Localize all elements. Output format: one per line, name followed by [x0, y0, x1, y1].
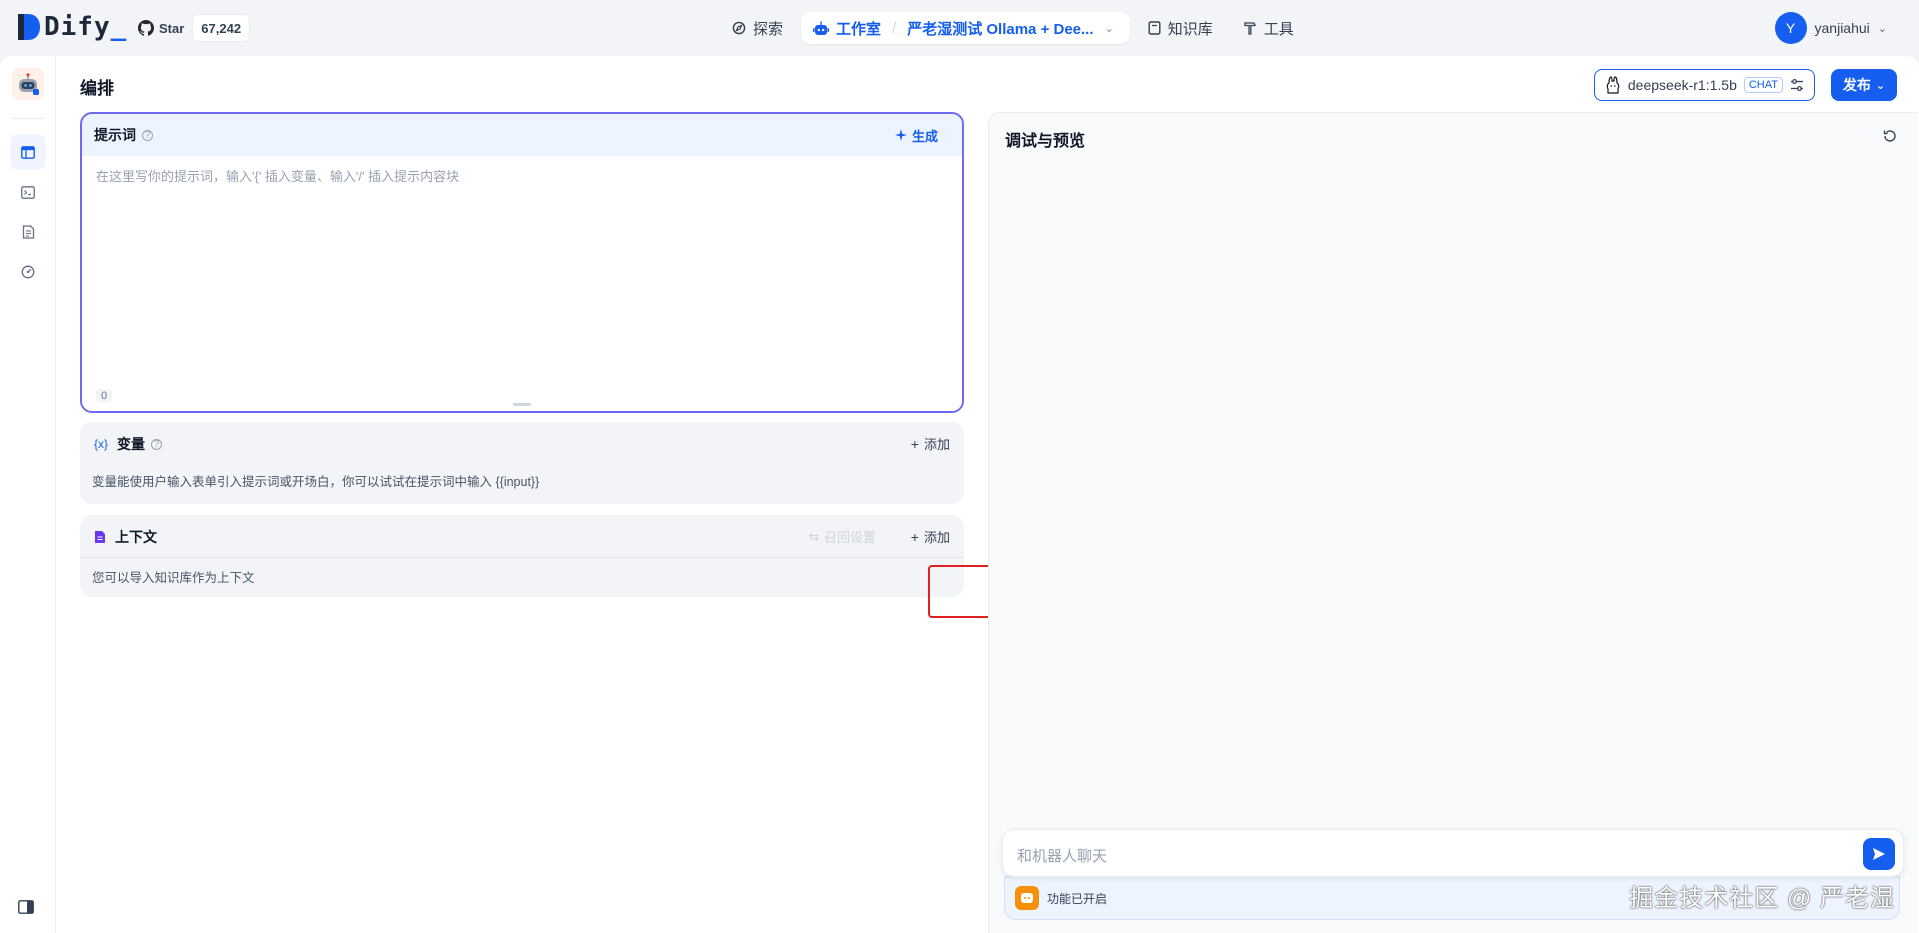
add-variable-button[interactable]: + 添加 [911, 434, 950, 453]
hammer-icon [1244, 22, 1256, 35]
variable-icon: {x} [94, 437, 109, 451]
nav-explore[interactable]: 探索 [720, 12, 795, 44]
help-icon[interactable]: ? [151, 438, 163, 450]
sidebar-item-orchestrate[interactable] [10, 134, 46, 170]
divider [80, 557, 964, 558]
user-name: yanjiahui [1814, 20, 1870, 36]
sliders-icon[interactable] [1790, 78, 1804, 92]
github-icon [138, 20, 154, 36]
nav-studio[interactable]: 工作室 / 严老湿测试 Ollama + Dee... ⌄ [801, 12, 1130, 44]
help-icon[interactable]: ? [142, 129, 153, 141]
char-count: 0 [96, 389, 113, 403]
debug-title: 调试与预览 [1005, 133, 1086, 150]
add-context-button[interactable]: + 添加 [911, 527, 950, 546]
page-title: 编排 [80, 79, 114, 98]
publish-label: 发布 [1842, 77, 1871, 93]
app-avatar[interactable] [12, 68, 44, 100]
chevron-down-icon: ⌄ [1877, 22, 1887, 35]
robot-icon [813, 21, 830, 35]
nav-tools[interactable]: 工具 [1231, 12, 1306, 44]
add-variable-label: 添加 [923, 437, 950, 452]
logo-underscore: _ [110, 12, 128, 42]
generate-label: 生成 [911, 128, 938, 144]
sidebar-item-logs[interactable] [10, 214, 46, 250]
context-section: 上下文 ⇆ 召回设置 + 添加 您可以导入知识库作为上下文 [80, 515, 964, 597]
sidebar-item-monitoring[interactable] [10, 254, 46, 290]
watermark: 掘金技术社区 @ 严老湿 [1629, 885, 1895, 912]
chevron-down-icon: ⌄ [1875, 79, 1886, 92]
nav-explore-label: 探索 [753, 20, 784, 38]
send-icon [1873, 848, 1885, 860]
prompt-title: 提示词 [94, 127, 136, 143]
compass-icon [732, 21, 746, 35]
book-icon [1148, 21, 1161, 35]
main-panel: 编排 deepseek-r1:1.5b CHAT 发布 ⌄ 提示词 ? 生成 在… [56, 56, 1919, 933]
nav-tools-label: 工具 [1263, 20, 1294, 38]
feature-icon [1015, 886, 1039, 910]
github-star-widget[interactable]: Star 67,242 [136, 14, 251, 42]
divider [12, 118, 44, 119]
document-icon [94, 530, 106, 544]
llama-icon [1606, 76, 1620, 94]
avatar[interactable]: Y [1774, 12, 1807, 44]
model-name: deepseek-r1:1.5b [1627, 77, 1737, 93]
add-context-label: 添加 [923, 530, 950, 545]
sidebar-item-api[interactable] [10, 174, 46, 210]
nav-knowledge-label: 知识库 [1167, 20, 1213, 38]
github-star-button[interactable]: Star [136, 14, 192, 42]
prompt-placeholder: 在这里写你的提示词，输入'{' 插入变量、输入'/' 插入提示内容块 [96, 169, 460, 184]
model-mode-badge: CHAT [1743, 77, 1783, 93]
breadcrumb-separator: / [892, 19, 897, 37]
refresh-icon[interactable] [1882, 128, 1901, 149]
variables-title: 变量 [117, 436, 146, 452]
context-title: 上下文 [115, 529, 157, 545]
plus-icon: + [910, 435, 919, 452]
send-button[interactable] [1863, 838, 1895, 870]
github-star-label: Star [159, 20, 185, 36]
panel-toggle-icon [18, 900, 34, 914]
dify-logo[interactable]: Dify_ [16, 12, 127, 42]
layout-icon [21, 145, 35, 159]
prompt-header: 提示词 ? 生成 [82, 114, 962, 156]
logo-text: Dify [44, 12, 111, 42]
context-description: 您可以导入知识库作为上下文 [92, 571, 255, 585]
chat-input[interactable]: 和机器人聊天 [1002, 829, 1904, 877]
model-selector[interactable]: deepseek-r1:1.5b CHAT [1593, 69, 1815, 101]
terminal-icon [21, 185, 35, 199]
sidebar-toggle-button[interactable] [18, 900, 34, 919]
github-star-count: 67,242 [192, 14, 251, 42]
publish-button[interactable]: 发布 ⌄ [1831, 69, 1897, 101]
recall-settings-label: 召回设置 [823, 530, 876, 545]
prompt-editor-card: 提示词 ? 生成 在这里写你的提示词，输入'{' 插入变量、输入'/' 插入提示… [80, 112, 964, 413]
top-navigation: Dify_ Star 67,242 探索 工作室 / 严老湿测试 Ollama … [0, 0, 1919, 56]
plus-icon: + [910, 528, 919, 545]
app-sidebar [0, 56, 56, 933]
debug-preview-panel [988, 112, 1918, 933]
chevron-down-icon[interactable]: ⌄ [1105, 22, 1114, 35]
gauge-icon [21, 265, 35, 279]
variables-header: {x} 变量 ? [94, 434, 950, 454]
recall-settings-button[interactable]: ⇆ 召回设置 [809, 527, 876, 546]
current-app-name[interactable]: 严老湿测试 Ollama + Dee... [907, 18, 1093, 39]
file-list-icon [22, 225, 34, 239]
dify-logo-icon [18, 14, 40, 40]
main-nav: 探索 工作室 / 严老湿测试 Ollama + Dee... ⌄ 知识库 工具 [720, 12, 1306, 44]
generate-button[interactable]: 生成 [894, 126, 950, 145]
user-menu[interactable]: Y yanjiahui ⌄ [1774, 12, 1887, 44]
feature-status: 功能已开启 [1047, 891, 1108, 906]
robot-app-icon [19, 73, 39, 95]
chat-placeholder: 和机器人聊天 [1017, 848, 1108, 865]
variables-description: 变量能使用户输入表单引入提示词或开场白，你可以试试在提示词中输入 {{input… [92, 475, 540, 489]
resize-handle[interactable] [513, 403, 531, 406]
variables-section: {x} 变量 ? + 添加 变量能使用户输入表单引入提示词或开场白，你可以试试在… [80, 422, 964, 504]
prompt-textarea[interactable]: 在这里写你的提示词，输入'{' 插入变量、输入'/' 插入提示内容块 0 [82, 156, 962, 411]
nav-studio-label: 工作室 [836, 20, 882, 38]
sparkle-icon [894, 129, 907, 141]
swap-icon: ⇆ [808, 529, 819, 544]
nav-knowledge[interactable]: 知识库 [1136, 12, 1225, 44]
